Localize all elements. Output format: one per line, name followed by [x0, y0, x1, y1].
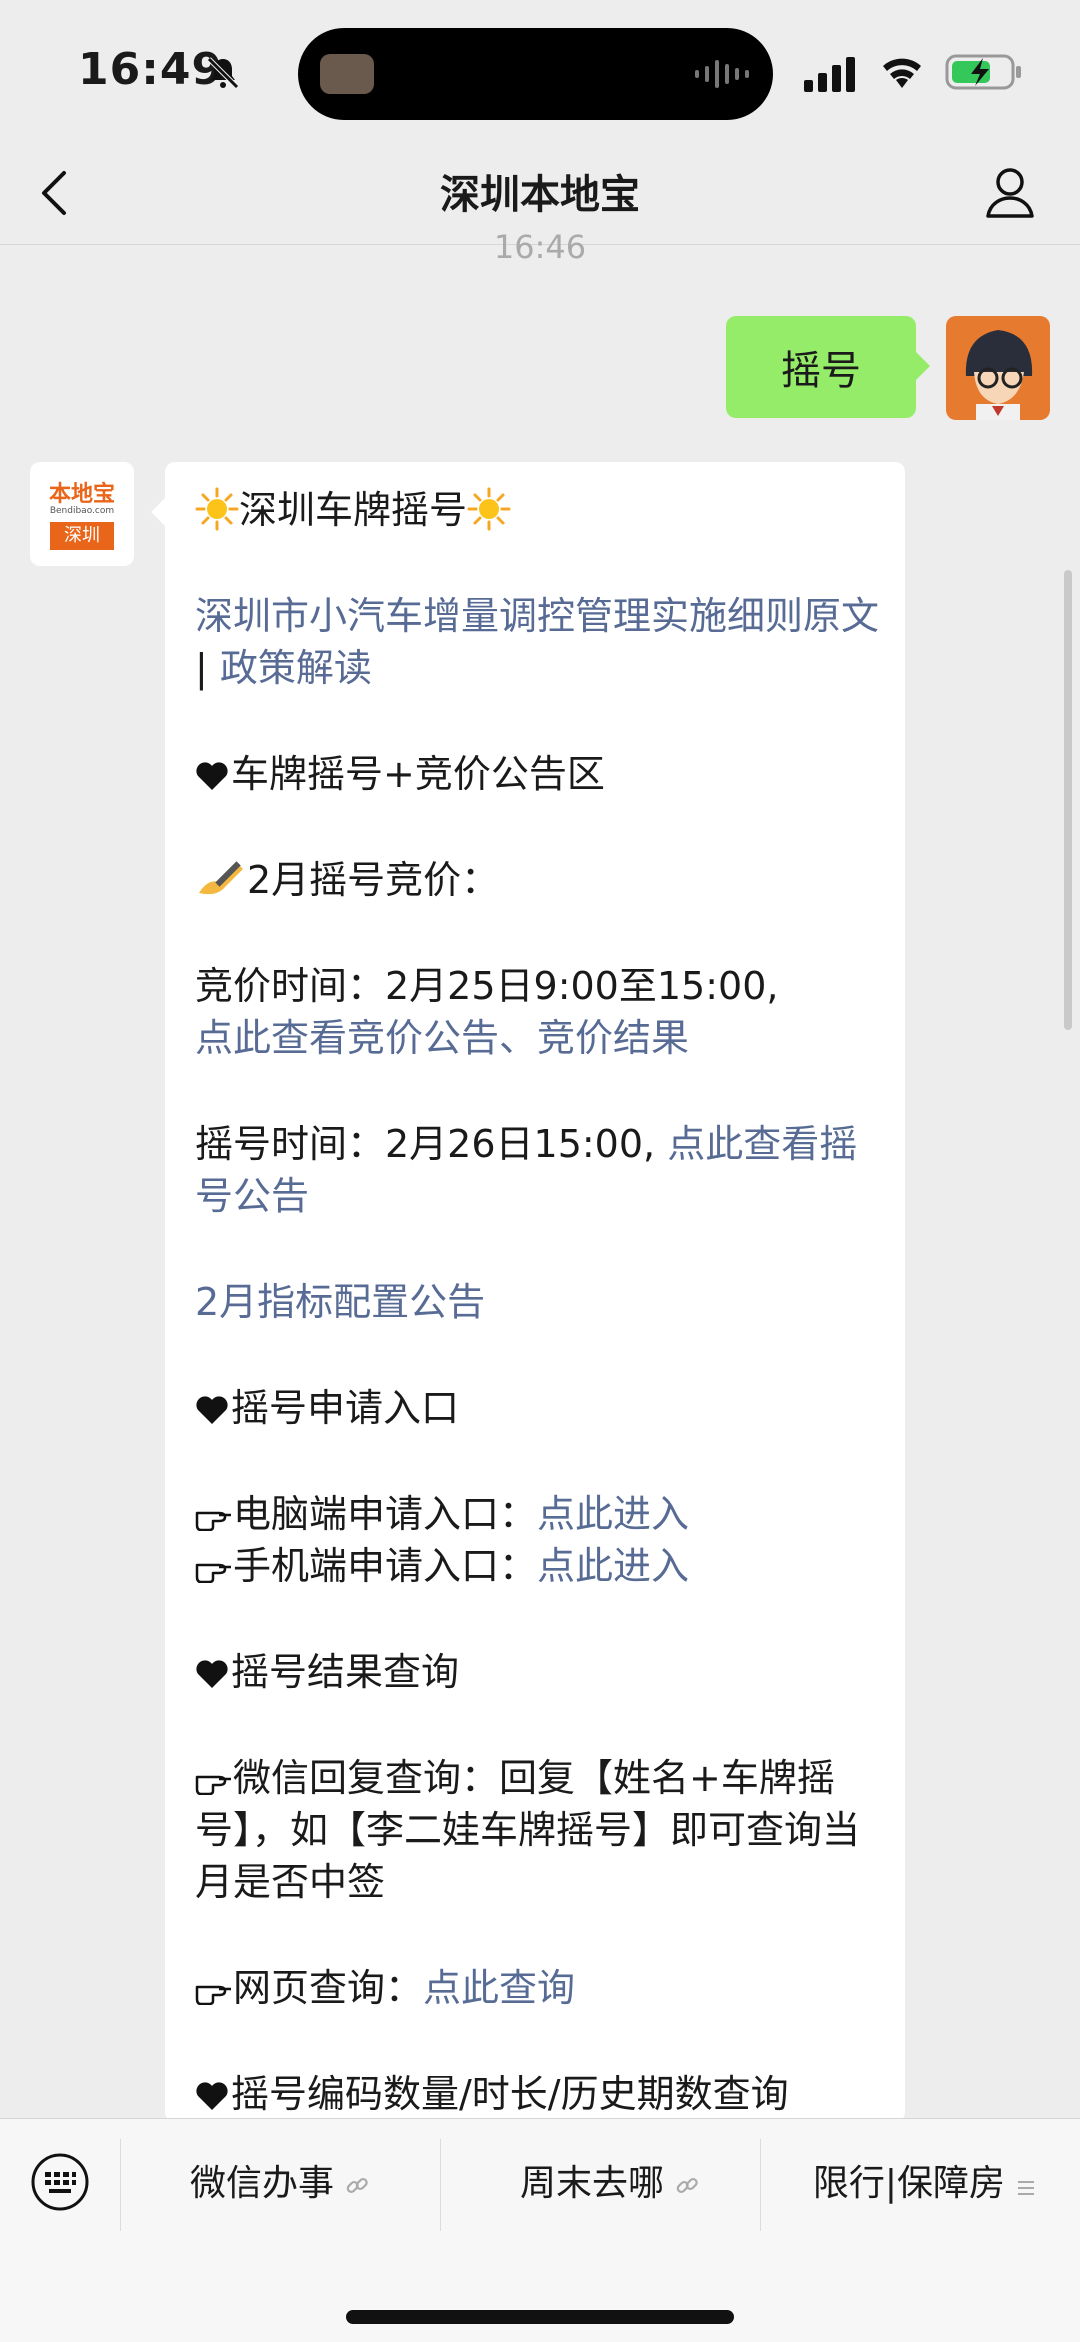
policy-link[interactable]: 深圳市小汽车增量调控管理实施细则原文: [195, 594, 879, 638]
menu-item-label: 限行|保障房: [812, 2163, 1006, 2204]
pointing-hand-icon: [195, 1563, 231, 1583]
menu-item-restriction-housing[interactable]: 限行|保障房: [780, 2159, 1070, 2209]
link-separator: |: [195, 646, 220, 690]
mobile-entry-link[interactable]: 点此进入: [537, 1544, 689, 1588]
official-account-menu: 微信办事 周末去哪 限行|保障房: [0, 2118, 1080, 2342]
pointing-hand-icon: [195, 1511, 231, 1531]
wifi-icon: [883, 58, 921, 88]
section-apply: 摇号申请入口: [231, 1386, 460, 1430]
audio-wave-icon: [695, 60, 749, 88]
chat-title: 深圳本地宝: [440, 172, 640, 218]
mobile-entry-label: 手机端申请入口：: [233, 1544, 538, 1588]
pointing-hand-icon: [195, 1775, 231, 1795]
home-indicator[interactable]: [346, 2310, 734, 2324]
menu-item-weekend[interactable]: 周末去哪: [460, 2159, 760, 2209]
web-query-link[interactable]: 点此查询: [423, 1966, 575, 2010]
link-icon: [346, 2177, 368, 2194]
profile-icon[interactable]: [982, 164, 1038, 220]
wechat-query-text: 微信回复查询：回复【姓名+车牌摇号】，如【李二娃车牌摇号】即可查询当月是否中签: [195, 1756, 861, 1904]
bendibao-avatar[interactable]: 本地宝 Bendibao.com 深圳: [30, 462, 134, 566]
sent-message-text: 摇号: [781, 348, 861, 394]
chat-scrollbar[interactable]: [1064, 570, 1072, 1030]
brand-logo-text: 本地宝: [48, 482, 115, 507]
heart-icon: [196, 2082, 228, 2110]
call-thumbnail: [320, 54, 374, 94]
user-avatar[interactable]: [946, 316, 1050, 420]
sent-message-bubble[interactable]: 摇号: [726, 316, 930, 418]
message-title: 深圳车牌摇号: [239, 488, 468, 532]
bell-muted-icon: [207, 57, 239, 89]
pc-entry-link[interactable]: 点此进入: [537, 1492, 689, 1536]
writing-hand-icon: [199, 861, 243, 895]
quota-notice-link[interactable]: 2月指标配置公告: [195, 1280, 485, 1324]
web-query-label: 网页查询：: [233, 1966, 424, 2010]
message-time-separator: 16:46: [493, 228, 587, 266]
menu-divider: [120, 2139, 121, 2231]
section-code: 摇号编码数量/时长/历史期数查询: [231, 2072, 789, 2116]
bid-notice-link[interactable]: 点此查看竞价公告: [195, 1016, 499, 1060]
received-message-bubble: 深圳车牌摇号 深圳市小汽车增量调控管理实施细则原文 | 政策解读 车牌摇号+竞价…: [151, 462, 905, 2122]
received-message-content: 深圳车牌摇号 深圳市小汽车增量调控管理实施细则原文 | 政策解读 车牌摇号+竞价…: [195, 484, 885, 2120]
anime-character-avatar: [946, 316, 1050, 420]
lottery-time-text: 摇号时间：2月26日15:00,: [195, 1122, 656, 1166]
section-announce: 车牌摇号+竞价公告区: [231, 752, 605, 796]
bid-time-text: 竞价时间：2月25日9:00至15:00,: [195, 964, 779, 1008]
feb-heading: 2月摇号竞价：: [247, 858, 500, 902]
sun-icon: [467, 487, 511, 531]
brand-city: 深圳: [50, 522, 114, 550]
menu-item-label: 微信办事: [189, 2163, 334, 2204]
heart-icon: [196, 1396, 228, 1424]
cellular-signal-icon: [804, 57, 855, 92]
bid-result-link[interactable]: 竞价结果: [537, 1016, 689, 1060]
menu-item-label: 周末去哪: [519, 2163, 664, 2204]
brand-domain: Bendibao.com: [49, 506, 115, 516]
menu-item-wechat-service[interactable]: 微信办事: [140, 2159, 420, 2209]
link-icon: [676, 2177, 698, 2194]
dynamic-island: [298, 28, 773, 120]
status-time: 16:49: [78, 44, 224, 95]
policy-read-link[interactable]: 政策解读: [220, 646, 372, 690]
battery-charging-icon: [945, 54, 1021, 90]
bid-link-separator: 、: [499, 1016, 538, 1060]
heart-icon: [196, 1660, 228, 1688]
menu-divider: [440, 2139, 441, 2231]
keyboard-icon[interactable]: [30, 2152, 90, 2212]
menu-divider: [760, 2139, 761, 2231]
sun-icon: [195, 487, 239, 531]
pointing-hand-icon: [195, 1985, 231, 2005]
heart-icon: [196, 762, 228, 790]
menu-lines-icon: [1018, 2181, 1035, 2195]
pc-entry-label: 电脑端申请入口：: [233, 1492, 538, 1536]
status-bar: 16:49: [0, 0, 1080, 140]
section-result: 摇号结果查询: [231, 1650, 460, 1694]
